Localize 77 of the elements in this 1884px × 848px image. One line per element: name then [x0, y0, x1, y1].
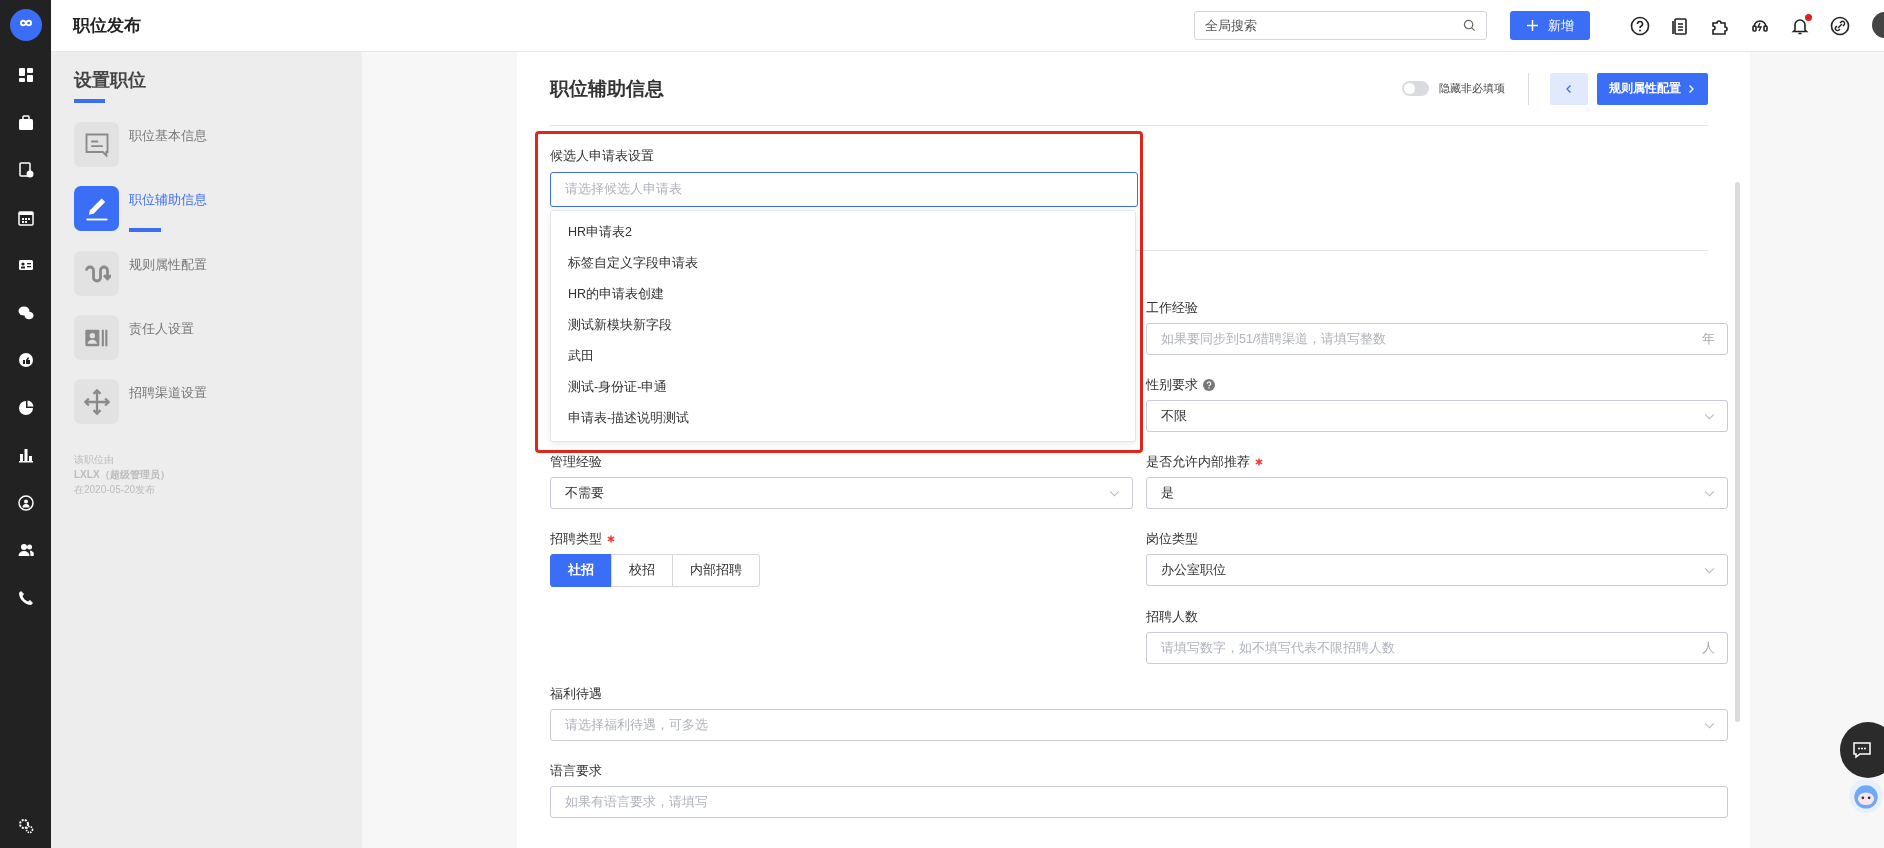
- chat-float-button[interactable]: [1840, 722, 1884, 778]
- phone-icon[interactable]: [17, 589, 34, 606]
- field-label: 性别要求: [1146, 377, 1198, 394]
- calendar-icon[interactable]: [17, 209, 34, 226]
- field-label: 语言要求: [550, 763, 602, 780]
- select-field[interactable]: 办公室职位: [1146, 554, 1728, 586]
- toggle-label: 隐藏非必填项: [1439, 81, 1505, 96]
- step-label[interactable]: 职位基本信息: [129, 127, 207, 145]
- plus-icon: [1526, 20, 1538, 31]
- field-label: 福利待遇: [550, 686, 602, 703]
- field-label: 管理经验: [550, 454, 602, 471]
- chevron-left-icon: [1564, 83, 1574, 94]
- dropdown-option[interactable]: 标签自定义字段申请表: [551, 248, 1135, 279]
- logo-icon[interactable]: [9, 9, 42, 41]
- field-label: 候选人申请表设置: [550, 148, 655, 165]
- id-card-icon[interactable]: [17, 257, 34, 273]
- title-underline: [74, 99, 105, 103]
- step-icon-tile[interactable]: [74, 379, 119, 424]
- step-label[interactable]: 招聘渠道设置: [129, 384, 207, 402]
- search-icon: [1463, 19, 1476, 32]
- field-label: 招聘类型: [550, 531, 602, 548]
- step-label[interactable]: 责任人设置: [129, 320, 194, 338]
- dropdown-option[interactable]: HR申请表2: [551, 217, 1135, 248]
- chat-bubble-icon: [1852, 740, 1872, 760]
- field-label: 工作经验: [1146, 300, 1198, 317]
- document-icon[interactable]: [1670, 15, 1690, 36]
- section-title: 职位辅助信息: [550, 76, 664, 101]
- step-label[interactable]: 规则属性配置: [129, 256, 207, 274]
- robot-assistant-icon[interactable]: [1848, 776, 1884, 816]
- dropdown-option[interactable]: HR的申请表创建: [551, 279, 1135, 310]
- chevron-down-icon: [1704, 721, 1715, 729]
- dropdown-option[interactable]: 武田: [551, 341, 1135, 372]
- step-icon-tile[interactable]: [74, 251, 119, 296]
- step-label[interactable]: 职位辅助信息: [129, 191, 207, 209]
- dropdown-option[interactable]: 申请表-描述说明测试: [551, 403, 1135, 434]
- person-icon[interactable]: [17, 494, 34, 511]
- panel-title: 设置职位: [74, 69, 147, 92]
- unit-label: 年: [1702, 330, 1715, 348]
- chat-icon[interactable]: [17, 304, 34, 321]
- pie-chart-icon[interactable]: [17, 399, 34, 416]
- select-field[interactable]: 是: [1146, 477, 1728, 509]
- dropdown-option[interactable]: 测试新模块新字段: [551, 310, 1135, 341]
- dashboard-icon[interactable]: [17, 67, 34, 83]
- chevron-down-icon: [1704, 412, 1715, 420]
- search-field[interactable]: 全局搜索: [1194, 11, 1487, 40]
- chevron-down-icon: [1704, 566, 1715, 574]
- select-field[interactable]: 不限: [1146, 400, 1728, 432]
- link-icon[interactable]: [1830, 15, 1850, 36]
- bar-chart-icon[interactable]: [17, 447, 34, 463]
- field-label: 岗位类型: [1146, 531, 1198, 548]
- thumbs-up-icon[interactable]: [17, 352, 34, 368]
- briefcase-icon[interactable]: [17, 114, 34, 131]
- active-underline: [129, 228, 161, 232]
- scrollbar[interactable]: [1735, 182, 1740, 722]
- unit-label: 人: [1702, 639, 1715, 657]
- page-title: 职位发布: [73, 15, 141, 37]
- step-icon-tile[interactable]: [74, 186, 119, 231]
- segment-button[interactable]: 校招: [611, 554, 673, 587]
- help-icon[interactable]: [1630, 15, 1650, 36]
- document-icon[interactable]: [17, 162, 34, 178]
- chevron-right-icon: [1686, 83, 1696, 94]
- chevron-down-icon: [1109, 489, 1120, 497]
- toggle-switch[interactable]: [1402, 81, 1429, 96]
- field-label: 招聘人数: [1146, 609, 1198, 626]
- segment-button[interactable]: 社招: [550, 554, 612, 587]
- new-button[interactable]: 新增: [1510, 11, 1590, 40]
- people-icon[interactable]: [17, 542, 34, 558]
- select-field[interactable]: 不需要: [550, 477, 1133, 509]
- step-icon-tile[interactable]: [74, 315, 119, 360]
- segment-button[interactable]: 内部招聘: [672, 554, 760, 587]
- dropdown-option[interactable]: 测试-身份证-申通: [551, 372, 1135, 403]
- next-button[interactable]: 规则属性配置: [1597, 72, 1708, 105]
- move-arrows-icon: [82, 387, 111, 416]
- settings-icon[interactable]: [17, 818, 34, 834]
- field-label: 是否允许内部推荐: [1146, 454, 1250, 471]
- step-icon-tile[interactable]: [74, 122, 119, 167]
- chevron-down-icon: [1704, 489, 1715, 497]
